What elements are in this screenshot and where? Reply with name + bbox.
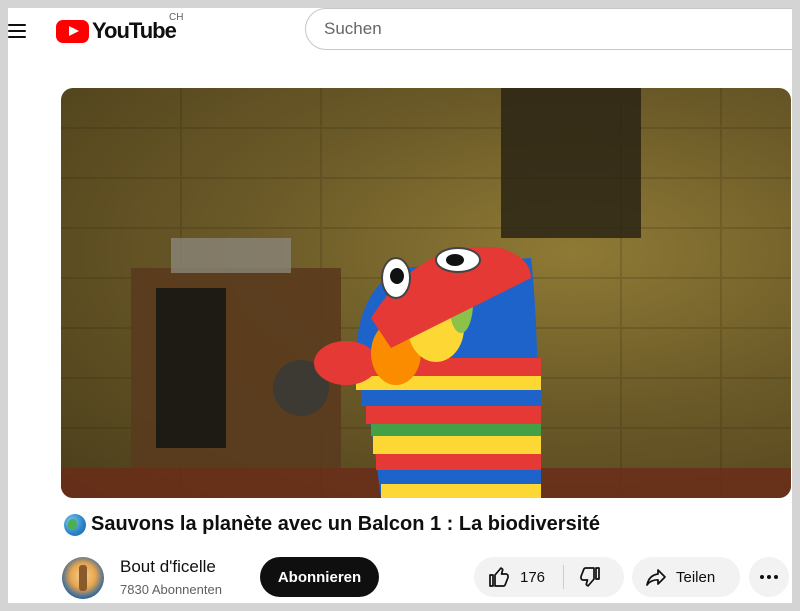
search-placeholder: Suchen [324,19,382,38]
hamburger-menu-icon[interactable] [8,22,28,40]
dislike-button[interactable] [564,557,618,597]
video-title-text: Sauvons la planète avec un Balcon 1 : La… [91,513,601,535]
share-arrow-icon [646,569,666,586]
like-dislike-group: 176 [474,557,624,597]
share-button[interactable]: Teilen [632,557,740,597]
youtube-window: YouTube CH Suchen Sauvons la planète ave… [8,8,792,603]
logo-text: YouTube [92,18,177,43]
subscribe-button[interactable]: Abonnieren [260,557,379,597]
globe-icon [64,513,86,536]
more-dot-icon [774,575,778,579]
like-count: 176 [520,568,546,586]
search-input[interactable]: Suchen [305,8,792,50]
share-label: Teilen [676,568,716,586]
video-title: Sauvons la planète avec un Balcon 1 : La… [64,513,600,536]
video-frame-image [61,88,791,498]
thumbs-up-icon [489,567,509,587]
more-dot-icon [760,575,764,579]
youtube-play-icon [56,19,89,43]
thumbs-down-icon [580,567,600,587]
video-player[interactable] [61,88,791,498]
more-actions-button[interactable] [749,557,789,597]
channel-avatar[interactable] [62,557,104,599]
subscriber-count: 7830 Abonnenten [120,582,222,597]
more-dot-icon [767,575,771,579]
like-button[interactable]: 176 [474,557,545,597]
channel-name[interactable]: Bout d'ficelle [120,557,216,577]
country-code: CH [169,12,184,23]
youtube-logo[interactable]: YouTube [56,17,177,45]
